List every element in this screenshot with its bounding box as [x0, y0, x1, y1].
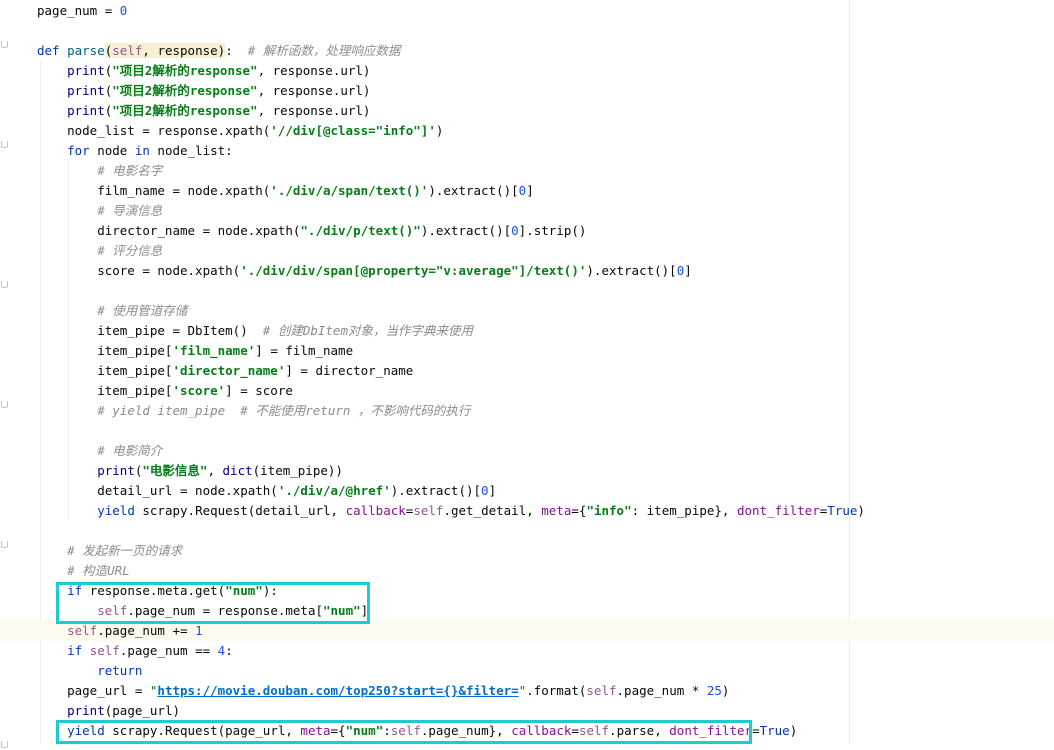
code-line[interactable]: print("项目2解析的response", response.url)	[37, 81, 370, 101]
code-line[interactable]: # 发起新一页的请求	[37, 541, 182, 561]
code-line[interactable]: item_pipe['director_name'] = director_na…	[37, 361, 413, 381]
fold-icon[interactable]	[0, 401, 8, 410]
annotation-box-yield-request	[56, 720, 752, 744]
code-line[interactable]: film_name = node.xpath('./div/a/span/tex…	[37, 181, 534, 201]
fold-icon[interactable]	[0, 281, 8, 290]
code-line[interactable]: def parse(self, response): # 解析函数，处理响应数据	[37, 41, 400, 61]
fold-icon[interactable]	[0, 741, 8, 750]
code-line[interactable]: # 构造URL	[37, 561, 130, 581]
code-line[interactable]: director_name = node.xpath("./div/p/text…	[37, 221, 586, 241]
code-line[interactable]: for node in node_list:	[37, 141, 233, 161]
annotation-box-if-num	[56, 582, 370, 624]
code-line[interactable]: yield scrapy.Request(detail_url, callbac…	[37, 501, 865, 521]
code-line[interactable]: # 使用管道存储	[37, 301, 187, 321]
code-line[interactable]: print("项目2解析的response", response.url)	[37, 101, 370, 121]
code-line[interactable]: # 导演信息	[37, 201, 162, 221]
code-line[interactable]: # 电影名字	[37, 161, 162, 181]
code-line[interactable]: # 评分信息	[37, 241, 162, 261]
fold-icon[interactable]	[0, 141, 8, 150]
code-line[interactable]: detail_url = node.xpath('./div/a/@href')…	[37, 481, 496, 501]
code-line[interactable]: item_pipe['score'] = score	[37, 381, 293, 401]
code-line[interactable]: # yield item_pipe # 不能使用return ，不影响代码的执行	[37, 401, 470, 421]
code-line[interactable]: return	[37, 661, 142, 681]
code-line[interactable]: print("项目2解析的response", response.url)	[37, 61, 370, 81]
code-line[interactable]: page_url = "https://movie.douban.com/top…	[37, 681, 729, 701]
code-line[interactable]: if self.page_num == 4:	[37, 641, 233, 661]
code-line[interactable]: score = node.xpath('./div/div/span[@prop…	[37, 261, 692, 281]
code-line[interactable]: item_pipe['film_name'] = film_name	[37, 341, 353, 361]
code-line[interactable]: item_pipe = DbItem() # 创建DbItem对象，当作字典来使…	[37, 321, 473, 341]
code-line[interactable]: page_num = 0	[37, 1, 127, 21]
code-line[interactable]: self.page_num += 1	[37, 621, 202, 641]
code-line[interactable]: print("电影信息", dict(item_pipe))	[37, 461, 343, 481]
code-line[interactable]: # 电影简介	[37, 441, 162, 461]
fold-icon[interactable]	[0, 41, 8, 50]
code-line[interactable]: node_list = response.xpath('//div[@class…	[37, 121, 443, 141]
code-line[interactable]: print(page_url)	[37, 701, 180, 721]
fold-icon[interactable]	[0, 541, 8, 550]
